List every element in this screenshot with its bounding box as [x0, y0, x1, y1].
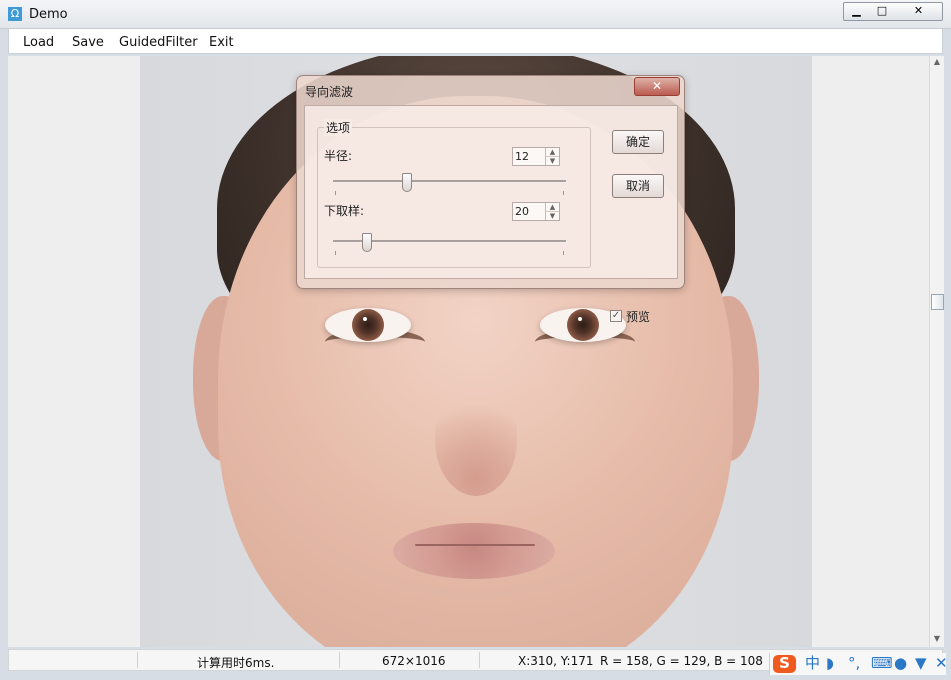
downsample-increase-icon[interactable]: ▲: [546, 203, 559, 212]
dialog-close-button[interactable]: ✕: [634, 77, 680, 96]
window-titlebar: Ω Demo ▁ □ ✕: [0, 0, 951, 29]
status-divider: [137, 652, 138, 668]
left-iris: [352, 309, 384, 341]
menu-exit[interactable]: Exit: [209, 35, 234, 50]
keyboard-icon[interactable]: ⌨: [871, 655, 893, 671]
radius-tick: [335, 191, 336, 195]
scroll-up-arrow-icon[interactable]: ▲: [931, 56, 943, 68]
lip-line: [415, 544, 535, 546]
left-catchlight: [363, 317, 367, 321]
downsample-tick: [335, 251, 336, 255]
menu-guided-filter[interactable]: GuidedFilter: [119, 35, 198, 50]
vertical-scrollbar[interactable]: ▲ ▼: [929, 56, 944, 647]
moon-icon[interactable]: ◗: [826, 655, 834, 671]
ok-button[interactable]: 确定: [612, 130, 664, 154]
radius-increase-icon[interactable]: ▲: [546, 148, 559, 157]
user-icon[interactable]: ●: [894, 655, 907, 671]
scroll-down-arrow-icon[interactable]: ▼: [931, 633, 943, 645]
status-divider: [479, 652, 480, 668]
radius-spinbox[interactable]: 12 ▲ ▼: [512, 147, 560, 166]
close-button[interactable]: ✕: [895, 2, 943, 21]
window-title: Demo: [29, 7, 68, 22]
guided-filter-dialog: 导向滤波 ✕ 选项 半径: 12 ▲ ▼ 下取样: 20 ▲ ▼ 确定 取消 ✓…: [296, 75, 685, 324]
radius-decrease-icon[interactable]: ▼: [546, 157, 559, 165]
radius-value: 12: [515, 150, 529, 163]
dialog-title: 导向滤波: [305, 85, 354, 99]
compute-time: 计算用时6ms.: [197, 656, 275, 670]
ime-tray: S 中 ◗ °, ⌨ ● ▼ ✕: [769, 653, 948, 675]
options-group-label: 选项: [324, 119, 353, 136]
downsample-tick: [563, 251, 564, 255]
downsample-slider-thumb[interactable]: [361, 233, 372, 252]
minimize-button[interactable]: ▁: [843, 2, 870, 21]
status-divider: [339, 652, 340, 668]
radius-spin-buttons: ▲ ▼: [545, 148, 559, 165]
downsample-value: 20: [515, 205, 529, 218]
punctuation-icon[interactable]: °,: [848, 655, 860, 671]
app-icon: Ω: [8, 7, 22, 21]
right-catchlight: [578, 317, 582, 321]
image-size: 672×1016: [382, 654, 446, 668]
cancel-button[interactable]: 取消: [612, 174, 664, 198]
downsample-decrease-icon[interactable]: ▼: [546, 212, 559, 220]
preview-checkbox[interactable]: ✓: [610, 310, 622, 322]
tools-icon[interactable]: ✕: [935, 655, 948, 671]
downsample-spinbox[interactable]: 20 ▲ ▼: [512, 202, 560, 221]
menu-load[interactable]: Load: [23, 35, 54, 50]
maximize-button[interactable]: □: [869, 2, 896, 21]
dialog-content: 选项 半径: 12 ▲ ▼ 下取样: 20 ▲ ▼ 确定 取消: [304, 105, 678, 279]
pixel-rgb: R = 158, G = 129, B = 108: [600, 654, 763, 668]
sogou-icon[interactable]: S: [773, 655, 796, 673]
chinese-mode-icon[interactable]: 中: [805, 655, 820, 671]
radius-tick: [563, 191, 564, 195]
radius-slider-thumb[interactable]: [402, 173, 413, 192]
radius-label: 半径:: [324, 149, 353, 163]
preview-label: 预览: [626, 310, 651, 324]
downsample-spin-buttons: ▲ ▼: [545, 203, 559, 220]
menu-save[interactable]: Save: [72, 35, 104, 50]
downsample-label: 下取样:: [324, 204, 365, 218]
right-iris: [567, 309, 599, 341]
scroll-thumb[interactable]: [931, 294, 944, 310]
cursor-coordinates: X:310, Y:171: [518, 654, 594, 668]
skin-icon[interactable]: ▼: [915, 655, 927, 671]
left-eye: [325, 308, 411, 342]
radius-slider[interactable]: [333, 180, 566, 183]
nose: [435, 384, 517, 496]
lips: [393, 523, 555, 579]
menu-bar: Load Save GuidedFilter Exit: [8, 29, 943, 54]
